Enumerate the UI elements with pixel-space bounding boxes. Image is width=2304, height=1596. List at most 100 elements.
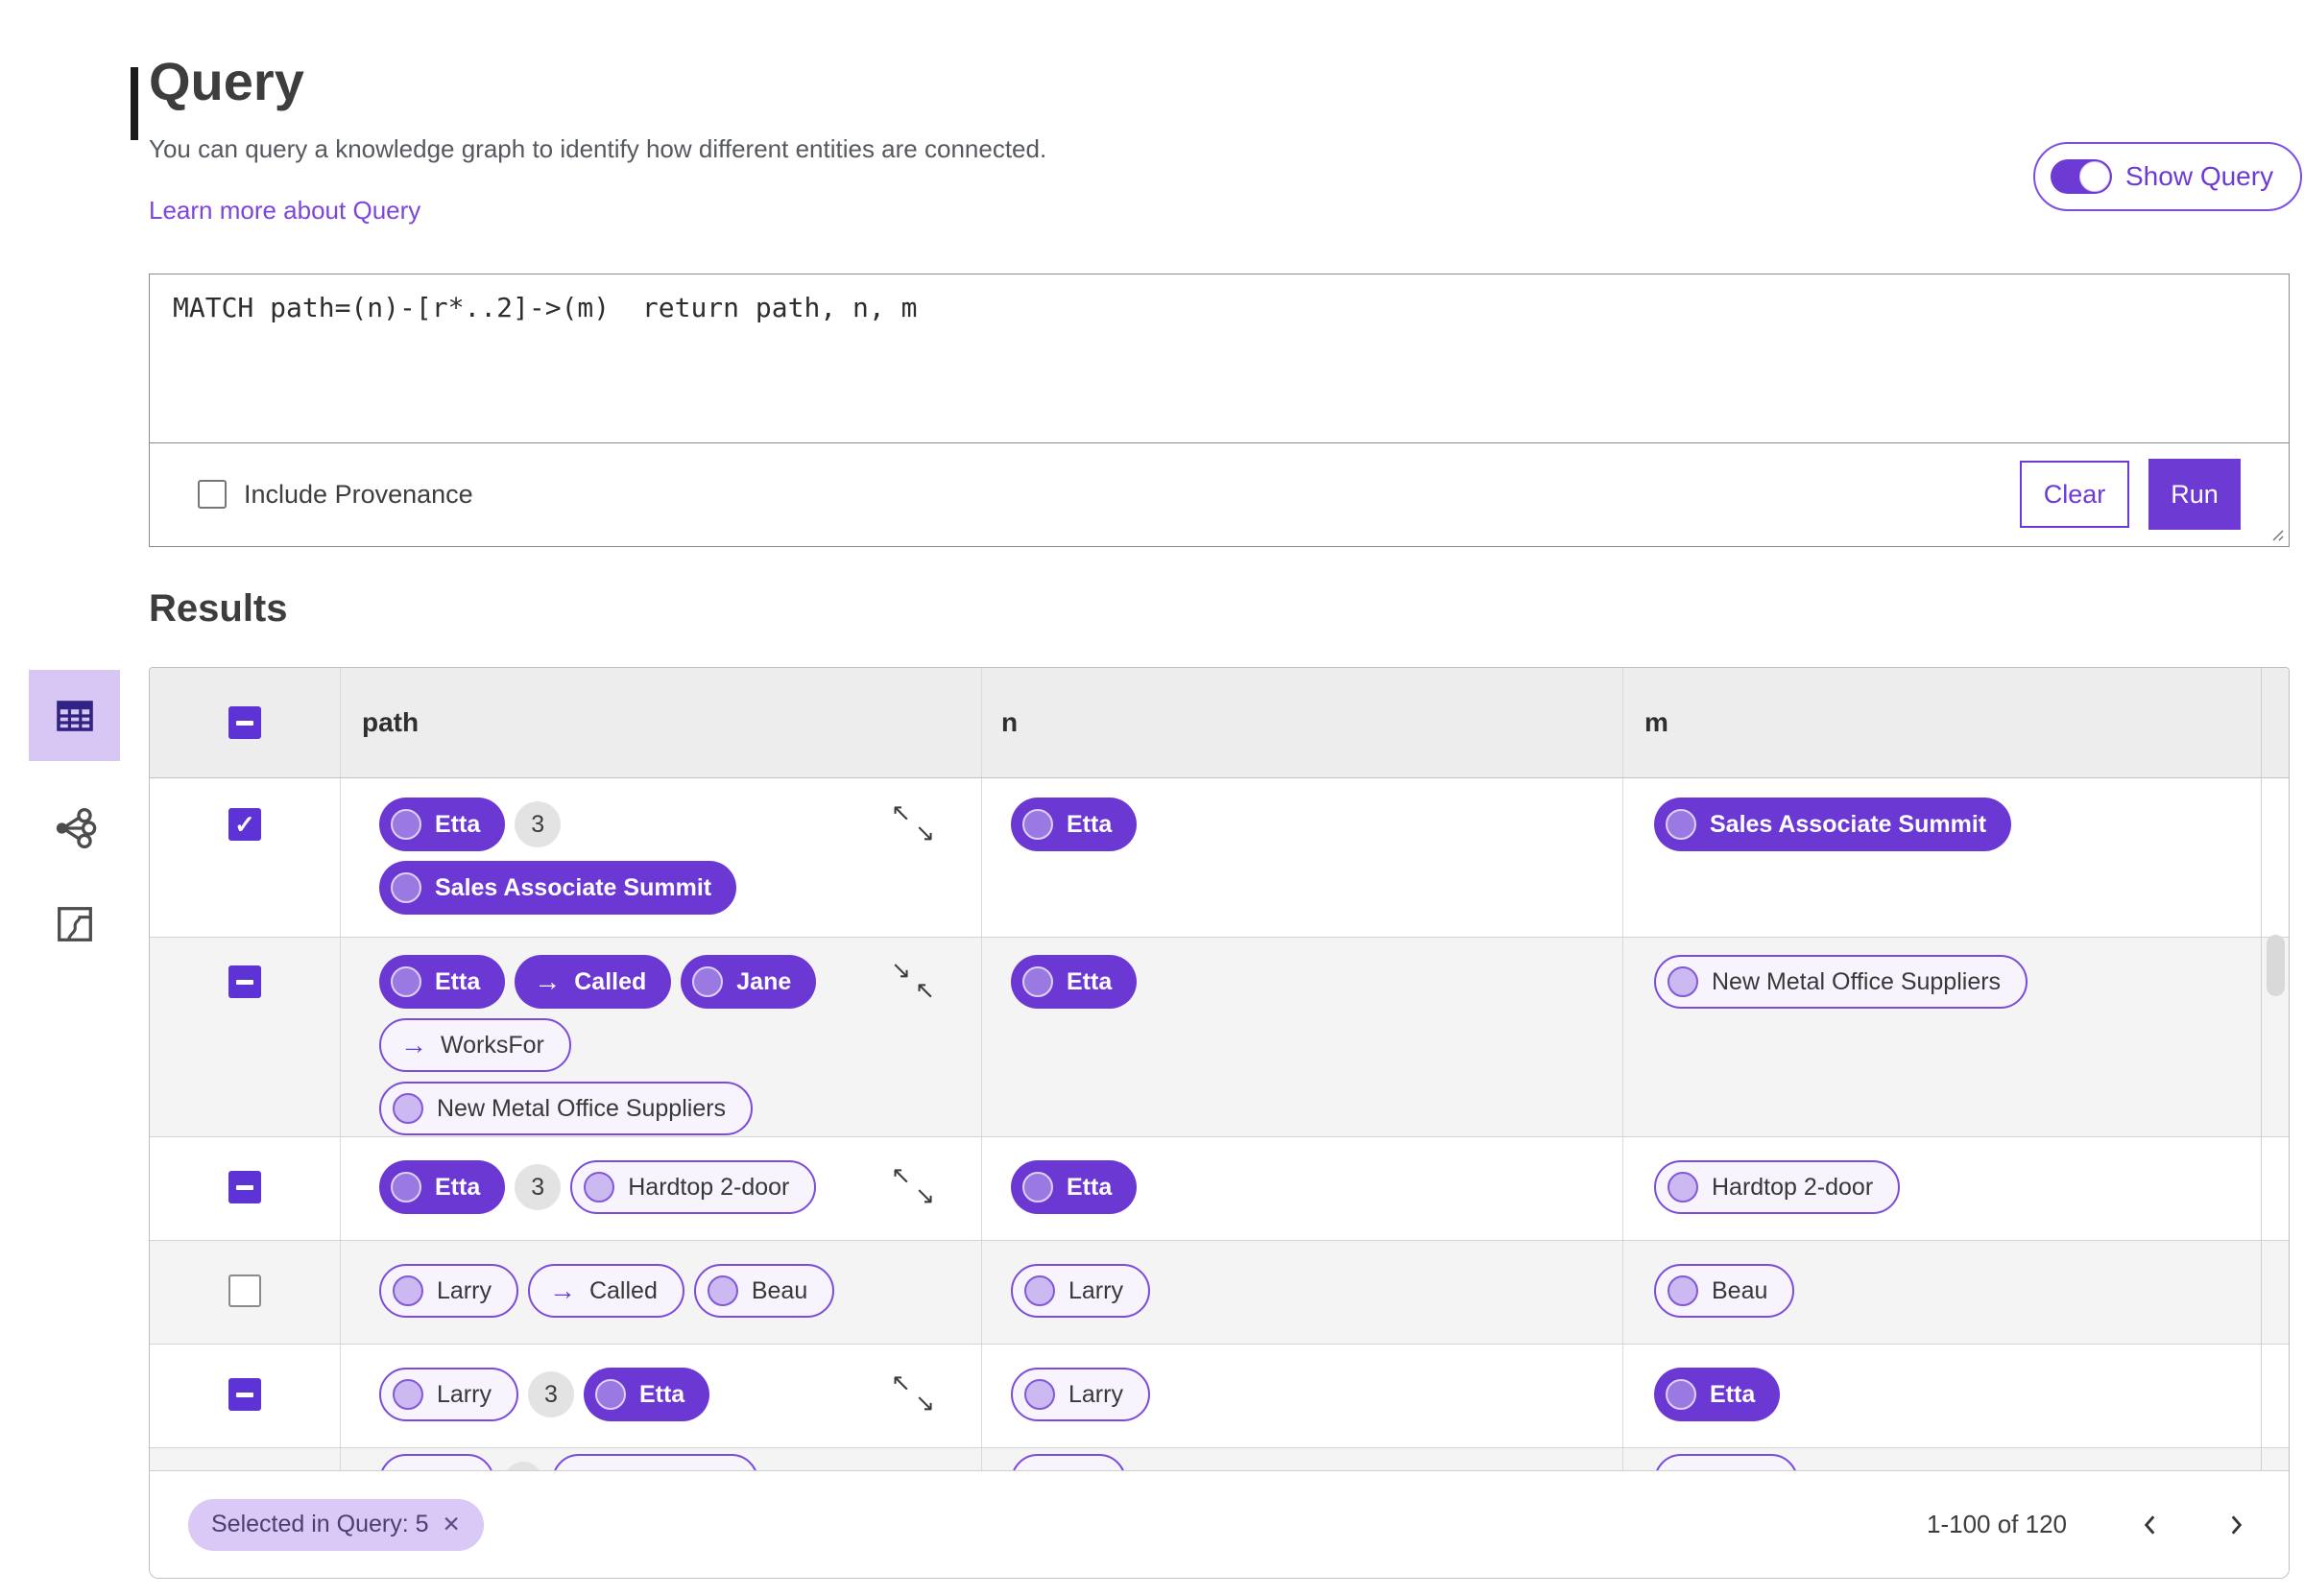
node-pill[interactable]: Etta xyxy=(379,955,506,1009)
column-header-path: path xyxy=(341,668,982,777)
table-footer: Selected in Query: 5 ✕ 1-100 of 120 xyxy=(150,1470,2289,1578)
scrollbar-track xyxy=(2261,668,2262,1470)
chevron-right-icon xyxy=(2231,1514,2243,1535)
column-header-m: m xyxy=(1644,707,1668,737)
pill-label: Beau xyxy=(1712,1276,1768,1304)
expand-icon[interactable]: ↖ ↘ xyxy=(891,801,935,846)
pill-label: Etta xyxy=(435,1173,481,1201)
node-circle-icon xyxy=(1024,1275,1055,1306)
prev-page-button[interactable] xyxy=(2134,1509,2167,1541)
arrow-icon: → xyxy=(400,1030,427,1060)
include-provenance-checkbox[interactable] xyxy=(198,480,227,509)
row-checkbox[interactable] xyxy=(228,1171,261,1203)
table-row: Etta → Called Jane → WorksFor New Metal Office… xyxy=(150,938,2289,1137)
pill-label: Etta xyxy=(1067,967,1113,995)
map-view-button[interactable] xyxy=(29,895,120,953)
count-badge[interactable]: 3 xyxy=(527,1371,574,1417)
row-checkbox[interactable] xyxy=(228,965,261,998)
node-pill[interactable]: Sales Associate Summit xyxy=(379,861,737,915)
pill-label: Sales Associate Summit xyxy=(435,873,712,901)
node-pill[interactable] xyxy=(1011,1454,1126,1470)
pill-label: Beau xyxy=(751,1276,808,1304)
run-button[interactable]: Run xyxy=(2148,459,2241,530)
node-pill[interactable]: Larry xyxy=(379,1264,518,1318)
count-badge[interactable]: 3 xyxy=(515,1164,562,1210)
resize-grip-icon[interactable] xyxy=(2266,523,2285,542)
node-pill[interactable]: Larry xyxy=(1011,1264,1150,1318)
table-view-button[interactable] xyxy=(29,670,120,761)
page-description: You can query a knowledge graph to ident… xyxy=(149,134,1047,163)
node-pill[interactable]: Etta xyxy=(1654,1368,1781,1421)
node-pill[interactable]: New Metal Office Suppliers xyxy=(379,1082,754,1135)
expand-icon[interactable]: ↖ ↘ xyxy=(891,1164,935,1208)
node-pill[interactable]: Sales Associate Summit xyxy=(1654,798,2012,851)
node-pill[interactable]: New Metal Office Suppliers xyxy=(1654,955,2028,1009)
pill-label: Hardtop 2-door xyxy=(628,1173,790,1201)
row-checkbox[interactable] xyxy=(228,1378,261,1411)
node-pill[interactable]: Etta xyxy=(1011,955,1138,1009)
node-pill[interactable] xyxy=(379,1454,494,1470)
next-page-button[interactable] xyxy=(2220,1509,2252,1541)
node-circle-icon xyxy=(1668,1172,1698,1203)
show-query-toggle-button[interactable]: Show Query xyxy=(2033,142,2303,211)
node-circle-icon xyxy=(1024,1379,1055,1410)
node-pill[interactable] xyxy=(552,1454,758,1470)
learn-more-link[interactable]: Learn more about Query xyxy=(149,196,420,226)
node-pill[interactable] xyxy=(1654,1454,1798,1470)
arrow-icon: → xyxy=(534,966,562,996)
row-checkbox[interactable]: ✓ xyxy=(228,808,261,841)
node-pill[interactable]: Larry xyxy=(379,1368,518,1421)
node-pill[interactable]: Jane xyxy=(681,955,817,1009)
toggle-switch-icon[interactable] xyxy=(2051,159,2112,194)
node-circle-icon xyxy=(1022,809,1053,840)
count-badge[interactable]: 3 xyxy=(515,801,562,847)
arrow-icon: → xyxy=(548,1275,576,1305)
scrollbar-thumb[interactable] xyxy=(2267,935,2285,996)
node-pill[interactable]: Etta xyxy=(583,1368,710,1421)
node-circle-icon xyxy=(391,1172,421,1203)
pill-label: Etta xyxy=(638,1380,685,1408)
select-all-checkbox[interactable] xyxy=(228,706,261,739)
edge-pill[interactable]: → Called xyxy=(515,955,672,1009)
graph-view-button[interactable] xyxy=(29,799,120,857)
node-circle-icon xyxy=(391,872,421,903)
node-pill[interactable]: Etta xyxy=(379,798,506,851)
node-pill[interactable]: Hardtop 2-door xyxy=(570,1160,817,1214)
pill-label: Larry xyxy=(1068,1380,1123,1408)
node-pill[interactable]: Etta xyxy=(1011,798,1138,851)
graph-icon xyxy=(56,807,96,849)
edge-pill[interactable]: → Called xyxy=(527,1264,684,1318)
node-circle-icon xyxy=(594,1379,626,1410)
node-circle-icon xyxy=(584,1172,615,1203)
row-checkbox[interactable] xyxy=(228,1274,261,1307)
chip-close-icon[interactable]: ✕ xyxy=(443,1512,461,1537)
count-badge[interactable] xyxy=(504,1462,542,1470)
node-circle-icon xyxy=(393,1093,423,1124)
pill-label: Sales Associate Summit xyxy=(1710,810,1987,838)
pill-label: Larry xyxy=(437,1380,492,1408)
pill-label: Etta xyxy=(1067,1173,1113,1201)
node-circle-icon xyxy=(391,809,421,840)
node-circle-icon xyxy=(391,966,421,997)
collapse-icon[interactable]: ↘ ↖ xyxy=(891,959,935,1003)
node-pill[interactable]: Beau xyxy=(693,1264,835,1318)
pill-label: WorksFor xyxy=(441,1031,544,1059)
clear-button[interactable]: Clear xyxy=(2020,461,2129,528)
edge-pill[interactable]: → WorksFor xyxy=(379,1018,571,1072)
pill-label: New Metal Office Suppliers xyxy=(437,1094,727,1122)
node-circle-icon xyxy=(1668,1275,1698,1306)
node-pill[interactable]: Etta xyxy=(1011,1160,1138,1214)
results-heading: Results xyxy=(149,587,288,630)
pill-label: Hardtop 2-door xyxy=(1712,1173,1874,1201)
include-provenance-label: Include Provenance xyxy=(244,479,473,509)
node-circle-icon xyxy=(393,1379,423,1410)
query-input[interactable]: MATCH path=(n)-[r*..2]->(m) return path,… xyxy=(150,274,2289,443)
node-pill[interactable]: Etta xyxy=(379,1160,506,1214)
node-circle-icon xyxy=(707,1275,738,1306)
expand-icon[interactable]: ↖ ↘ xyxy=(891,1371,935,1416)
pill-label: Etta xyxy=(435,967,481,995)
node-circle-icon xyxy=(393,1275,423,1306)
node-pill[interactable]: Larry xyxy=(1011,1368,1150,1421)
node-pill[interactable]: Beau xyxy=(1654,1264,1795,1318)
node-pill[interactable]: Hardtop 2-door xyxy=(1654,1160,1901,1214)
